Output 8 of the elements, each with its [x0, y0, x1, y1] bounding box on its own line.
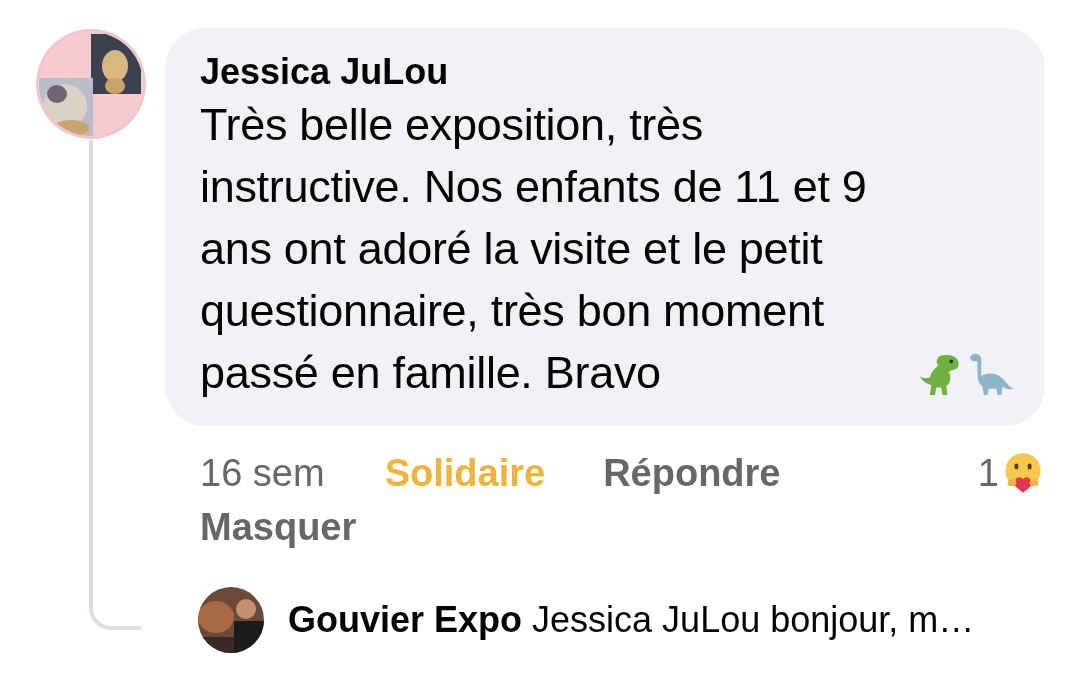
- author-name[interactable]: Jessica JuLou: [200, 50, 1015, 94]
- reply-author[interactable]: Gouvier Expo: [288, 599, 523, 641]
- hide-link[interactable]: Masquer: [200, 506, 357, 549]
- reaction-count: 1: [977, 451, 999, 495]
- reply-text: Jessica JuLou bonjour, m…: [532, 599, 975, 641]
- reaction-link[interactable]: Répondre: [603, 451, 781, 495]
- timestamp: 16 sem: [200, 451, 325, 495]
- comment-text: Très belle exposition, très instructive. Nos enfants de 11 et 9 ans ont adoré la visite et le petit questionnaire, très bon moment passé en famille. Bravo: [200, 98, 868, 400]
